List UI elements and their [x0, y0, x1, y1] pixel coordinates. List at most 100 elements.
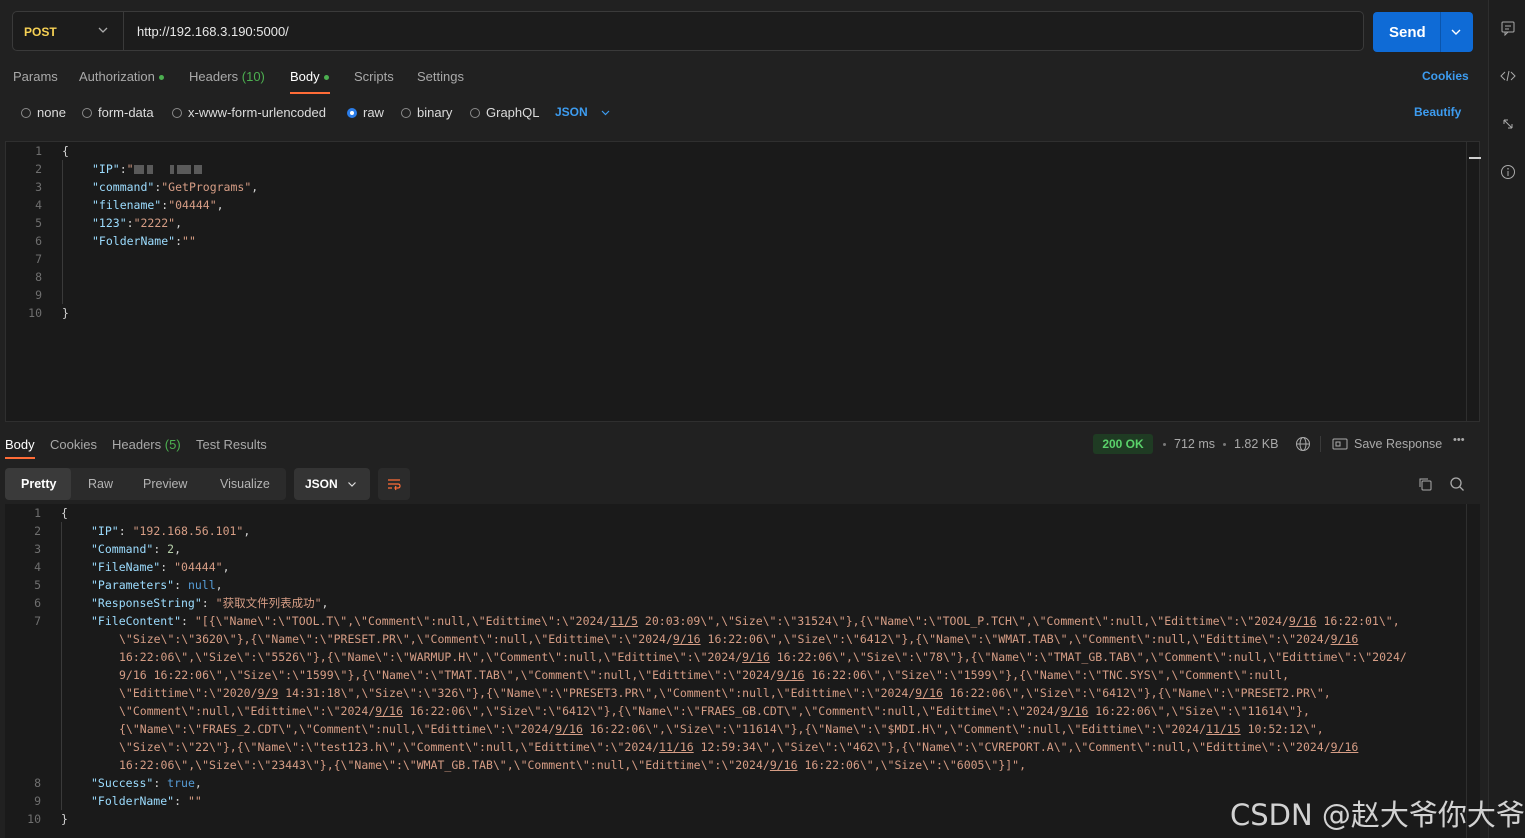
code-line: \"Comment\":null,\"Edittime\":\"2024/9/1… — [119, 704, 1310, 718]
code-line: {\"Name\":\"FRAES_2.CDT\",\"Comment\":nu… — [119, 722, 1324, 736]
line-number: 1 — [34, 506, 41, 520]
tab-authorization-label: Authorization — [79, 69, 155, 84]
line-number: 8 — [34, 776, 41, 790]
tab-authorization[interactable]: Authorization — [79, 69, 164, 84]
scrollbar[interactable] — [1466, 504, 1481, 838]
wrap-lines-button[interactable] — [378, 468, 410, 500]
radio-label: none — [37, 105, 66, 120]
copy-icon[interactable] — [1418, 477, 1433, 492]
tab-params[interactable]: Params — [13, 69, 58, 84]
radio-form-data[interactable]: form-data — [82, 105, 154, 120]
url-input[interactable]: http://192.168.3.190:5000/ — [137, 24, 289, 39]
response-tab-headers[interactable]: Headers (5) — [112, 437, 181, 452]
line-number: 3 — [35, 180, 42, 194]
radio-label: raw — [363, 105, 384, 120]
send-label: Send — [1389, 24, 1426, 41]
chevron-down-icon[interactable] — [1450, 26, 1462, 38]
redacted-value — [169, 165, 174, 174]
radio-circle — [82, 107, 92, 118]
code-line: "FileContent": "[{\"Name\":\"TOOL.T\",\"… — [91, 614, 1400, 628]
cookies-link[interactable]: Cookies — [1422, 69, 1469, 83]
code-line: "IP": "192.168.56.101", — [91, 524, 251, 538]
active-tab-indicator — [5, 457, 35, 459]
separator-dot — [1163, 443, 1166, 446]
resize-icon[interactable] — [1500, 116, 1516, 132]
separator-dot — [1223, 443, 1226, 446]
radio-circle — [470, 107, 480, 118]
view-preview[interactable]: Preview — [143, 477, 187, 491]
code-line: 16:22:06\",\"Size\":\"5526\"},{\"Name\":… — [119, 650, 1407, 664]
code-line: "FolderName": "" — [91, 794, 202, 808]
code-line: "Success": true, — [91, 776, 202, 790]
radio-circle — [21, 107, 31, 118]
radio-label: binary — [417, 105, 453, 120]
send-button[interactable]: Send — [1373, 12, 1473, 52]
view-pretty[interactable]: Pretty — [5, 468, 71, 500]
radio-circle-selected — [347, 107, 357, 118]
response-body-viewer[interactable]: 1 2 3 4 5 6 7 8 9 10 { "IP": "192.168.56.101", "C… — [5, 504, 1480, 838]
line-number: 5 — [35, 216, 42, 230]
response-time[interactable]: 712 ms — [1174, 437, 1215, 451]
response-tab-body[interactable]: Body — [5, 437, 35, 452]
scrollbar-thumb[interactable] — [1469, 157, 1481, 159]
method-select[interactable]: POST — [13, 12, 124, 50]
radio-none[interactable]: none — [21, 105, 66, 120]
comment-icon[interactable] — [1500, 20, 1516, 36]
scrollbar[interactable] — [1466, 141, 1481, 422]
radio-circle — [401, 107, 411, 118]
tab-body-label: Body — [290, 69, 320, 84]
redacted-value — [176, 165, 191, 174]
code-line: "ResponseString": "获取文件列表成功", — [91, 596, 329, 610]
tab-settings[interactable]: Settings — [417, 69, 464, 84]
code-icon[interactable] — [1500, 68, 1516, 84]
line-number: 2 — [34, 524, 41, 538]
indent-guide — [61, 522, 62, 810]
tab-scripts[interactable]: Scripts — [354, 69, 394, 84]
line-number: 4 — [34, 560, 41, 574]
response-tab-test-results[interactable]: Test Results — [196, 437, 267, 452]
tab-headers[interactable]: Headers (10) — [189, 69, 265, 84]
code-line: { — [62, 144, 69, 158]
line-number: 6 — [35, 234, 42, 248]
wrap-lines-icon — [388, 479, 401, 491]
radio-circle — [172, 107, 182, 118]
code-line: { — [61, 506, 68, 520]
chevron-down-icon — [348, 482, 356, 487]
view-raw[interactable]: Raw — [88, 477, 113, 491]
chevron-down-icon[interactable] — [600, 107, 611, 118]
info-icon[interactable] — [1500, 164, 1516, 180]
line-number: 1 — [35, 144, 42, 158]
radio-label: form-data — [98, 105, 154, 120]
line-number: 7 — [35, 252, 42, 266]
tab-body[interactable]: Body — [290, 69, 329, 84]
radio-binary[interactable]: binary — [401, 105, 452, 120]
response-format-select[interactable]: JSON — [294, 468, 370, 500]
globe-icon[interactable] — [1295, 436, 1311, 452]
line-number: 8 — [35, 270, 42, 284]
line-number: 9 — [35, 288, 42, 302]
response-size[interactable]: 1.82 KB — [1234, 437, 1278, 451]
radio-graphql[interactable]: GraphQL — [470, 105, 539, 120]
chevron-down-icon — [98, 27, 108, 33]
radio-raw[interactable]: raw — [347, 105, 384, 120]
response-view-mode: Pretty Raw Preview Visualize — [5, 468, 286, 500]
response-tab-headers-label: Headers — [112, 437, 162, 452]
save-response-icon[interactable] — [1332, 437, 1348, 451]
code-line: 9/16 16:22:06\",\"Size\":\"1599\"},{\"Na… — [119, 668, 1290, 682]
headers-count: (10) — [241, 69, 265, 84]
more-options-button[interactable]: ••• — [1453, 434, 1465, 446]
request-body-editor[interactable]: 1 2 3 4 5 6 7 8 9 10 { "IP":" "command":"GetProgr… — [5, 141, 1480, 422]
response-tab-cookies[interactable]: Cookies — [50, 437, 97, 452]
body-format-select[interactable]: JSON — [555, 105, 588, 119]
redacted-value — [146, 165, 153, 174]
save-response-button[interactable]: Save Response — [1354, 437, 1442, 451]
code-line: "123":"2222", — [92, 216, 183, 230]
view-visualize[interactable]: Visualize — [220, 477, 270, 491]
method-label: POST — [24, 25, 57, 39]
radio-urlencoded[interactable]: x-www-form-urlencoded — [172, 105, 326, 120]
status-badge[interactable]: 200 OK — [1093, 434, 1153, 454]
search-icon[interactable] — [1449, 476, 1465, 492]
beautify-button[interactable]: Beautify — [1414, 105, 1461, 119]
code-line: "Command": 2, — [91, 542, 182, 556]
line-number: 9 — [34, 794, 41, 808]
